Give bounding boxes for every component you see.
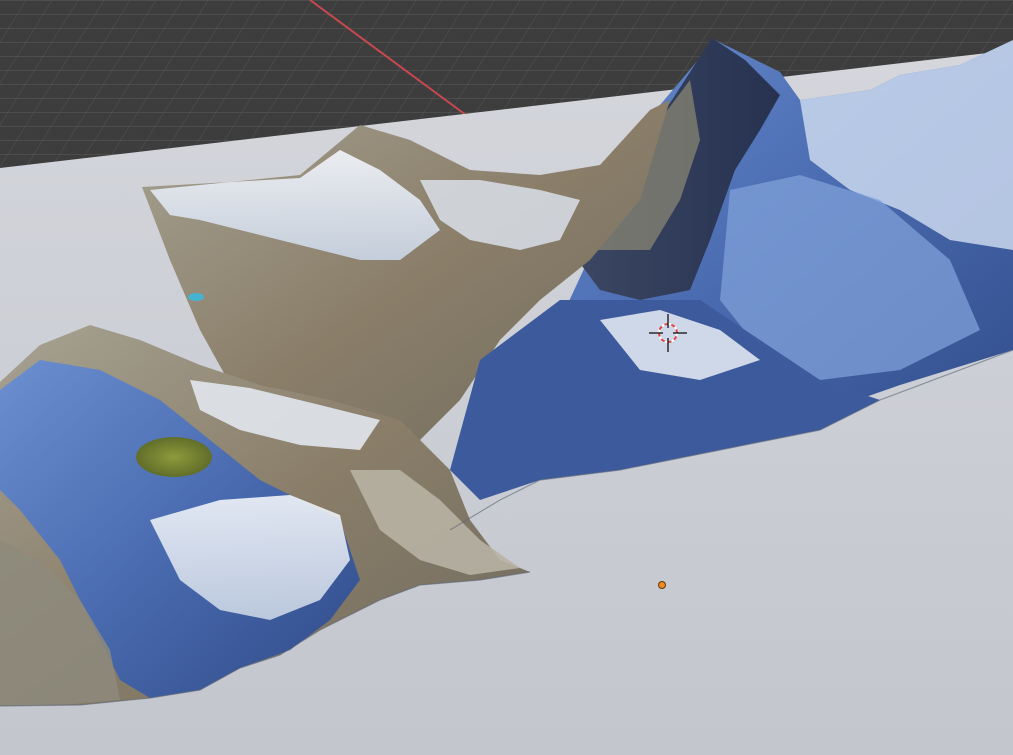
lake: [136, 437, 212, 477]
object-origin-icon[interactable]: [658, 581, 666, 589]
3d-viewport[interactable]: [0, 0, 1013, 755]
small-pond: [188, 293, 204, 301]
3d-cursor-icon[interactable]: [649, 314, 687, 352]
viewport-scene[interactable]: [0, 0, 1013, 755]
